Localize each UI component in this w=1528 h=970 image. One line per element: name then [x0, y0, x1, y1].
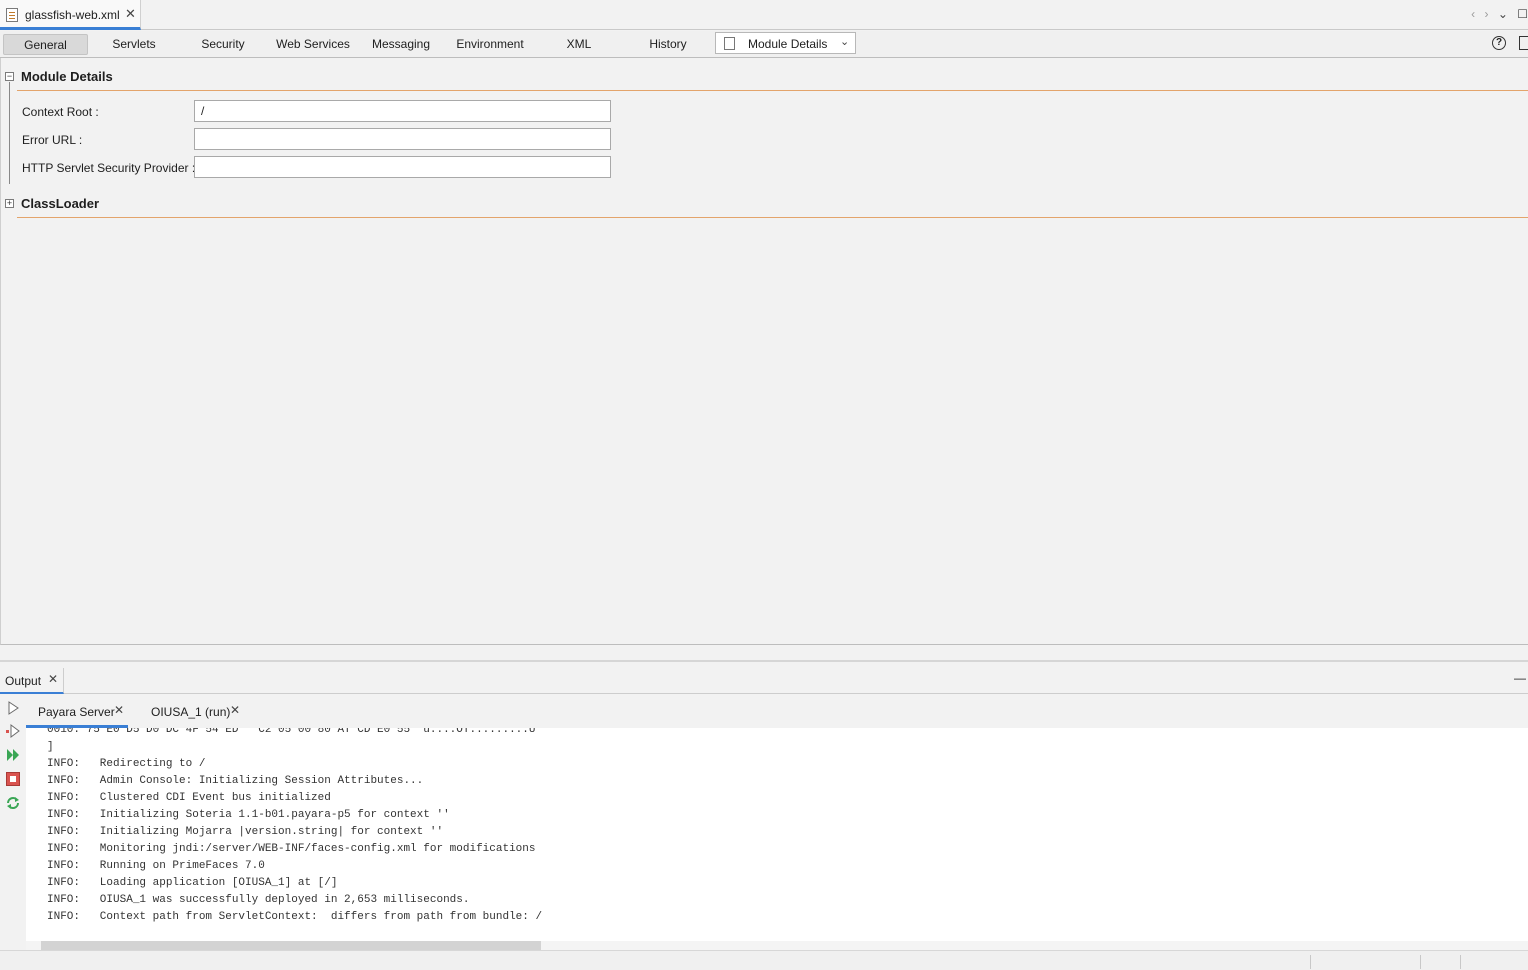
http-servlet-security-provider-label: HTTP Servlet Security Provider :: [22, 161, 196, 175]
output-console[interactable]: 0010: 75 E0 D5 D0 DC 4F 54 ED C2 05 00 8…: [26, 728, 1528, 942]
window-splitter[interactable]: [0, 660, 1528, 662]
tab-servlets[interactable]: Servlets: [100, 34, 168, 55]
status-divider: [1460, 955, 1461, 969]
section-divider: [17, 90, 1528, 91]
close-tab-icon[interactable]: ✕: [114, 703, 124, 717]
module-details-dropdown[interactable]: Module Details ⌄: [715, 32, 856, 54]
refresh-icon[interactable]: [6, 796, 20, 810]
editor-tab-label: glassfish-web.xml: [25, 8, 120, 22]
expand-icon[interactable]: +: [5, 199, 14, 208]
horizontal-scrollbar[interactable]: [26, 941, 1528, 950]
console-log-text: 0010: 75 E0 D5 D0 DC 4F 54 ED C2 05 00 8…: [47, 728, 542, 926]
log-line: INFO: Initializing Mojarra |version.stri…: [47, 826, 444, 838]
output-window-header: Output ✕ —: [0, 668, 1528, 694]
restore-window-icon[interactable]: ☐: [1517, 7, 1528, 21]
section-toolbar: General Servlets Security Web Services M…: [0, 31, 1528, 58]
close-tab-icon[interactable]: ✕: [125, 6, 136, 22]
module-icon: [724, 37, 735, 50]
xml-file-icon: [6, 8, 18, 22]
tab-environment[interactable]: Environment: [450, 34, 530, 55]
log-line: INFO: Redirecting to /: [47, 758, 206, 770]
run-icon[interactable]: [6, 748, 20, 762]
tab-messaging[interactable]: Messaging: [367, 34, 435, 55]
stop-icon[interactable]: [6, 772, 20, 786]
log-line: ]: [47, 741, 54, 753]
status-divider: [1420, 955, 1421, 969]
output-run-tabs: Payara Server ✕ OIUSA_1 (run) ✕: [26, 699, 1528, 728]
minimize-icon[interactable]: —: [1514, 671, 1526, 685]
scrollbar-thumb[interactable]: [41, 941, 541, 950]
error-url-input[interactable]: [194, 128, 611, 150]
scroll-right-icon[interactable]: ›: [1484, 7, 1488, 21]
run-tab-label: Payara Server: [38, 705, 115, 719]
dropdown-selected-value: Module Details: [748, 37, 828, 51]
log-line: INFO: Loading application [OIUSA_1] at […: [47, 877, 338, 889]
tab-navigation: ‹ › ⌄ ☐: [1465, 7, 1528, 21]
tab-payara-server[interactable]: Payara Server ✕: [26, 699, 128, 728]
output-side-toolbar: [0, 697, 26, 947]
close-tab-icon[interactable]: ✕: [230, 703, 240, 717]
editor-panel: − Module Details Context Root : Error UR…: [0, 58, 1528, 645]
show-opened-documents-icon[interactable]: ⌄: [1498, 7, 1508, 21]
log-line: INFO: Initializing Soteria 1.1-b01.payar…: [47, 809, 450, 821]
log-line: INFO: Monitoring jndi:/server/WEB-INF/fa…: [47, 843, 536, 855]
section-divider: [17, 217, 1528, 218]
section-title-module-details[interactable]: Module Details: [21, 69, 113, 84]
tab-security[interactable]: Security: [190, 34, 256, 55]
pin-icon[interactable]: [1519, 36, 1528, 50]
rerun-with-parameters-icon[interactable]: [6, 724, 20, 738]
tab-xml[interactable]: XML: [555, 34, 603, 55]
tab-general[interactable]: General: [3, 34, 88, 55]
tab-oiusa-run[interactable]: OIUSA_1 (run) ✕: [146, 699, 250, 728]
section-title-classloader[interactable]: ClassLoader: [21, 196, 99, 211]
close-output-icon[interactable]: ✕: [48, 672, 58, 686]
error-url-label: Error URL :: [22, 133, 83, 147]
output-tab-label: Output: [5, 674, 42, 688]
context-root-input[interactable]: [194, 100, 611, 122]
tab-web-services[interactable]: Web Services: [272, 34, 354, 55]
tab-history[interactable]: History: [640, 34, 696, 55]
log-line: INFO: Admin Console: Initializing Sessio…: [47, 775, 424, 787]
log-line: INFO: OIUSA_1 was successfully deployed …: [47, 894, 470, 906]
log-line: 0010: 75 E0 D5 D0 DC 4F 54 ED C2 05 00 8…: [47, 728, 536, 736]
collapse-icon[interactable]: −: [5, 72, 14, 81]
output-window-tab[interactable]: Output ✕: [0, 668, 64, 694]
status-bar: [0, 950, 1528, 970]
help-icon[interactable]: ?: [1492, 36, 1506, 50]
status-divider: [1310, 955, 1311, 969]
http-servlet-security-provider-input[interactable]: [194, 156, 611, 178]
log-line: INFO: Context path from ServletContext: …: [47, 911, 543, 923]
run-tab-label: OIUSA_1 (run): [151, 705, 231, 719]
editor-tab-glassfish-web[interactable]: glassfish-web.xml ✕: [0, 0, 141, 30]
scroll-left-icon[interactable]: ‹: [1471, 7, 1475, 21]
context-root-label: Context Root :: [22, 105, 99, 119]
log-line: INFO: Clustered CDI Event bus initialize…: [47, 792, 331, 804]
log-line: INFO: Running on PrimeFaces 7.0: [47, 860, 265, 872]
section-tree-line: [9, 82, 10, 184]
rerun-icon[interactable]: [6, 701, 20, 715]
chevron-down-icon: ⌄: [840, 36, 850, 48]
editor-tab-bar: glassfish-web.xml ✕ ‹ › ⌄ ☐: [0, 0, 1528, 30]
